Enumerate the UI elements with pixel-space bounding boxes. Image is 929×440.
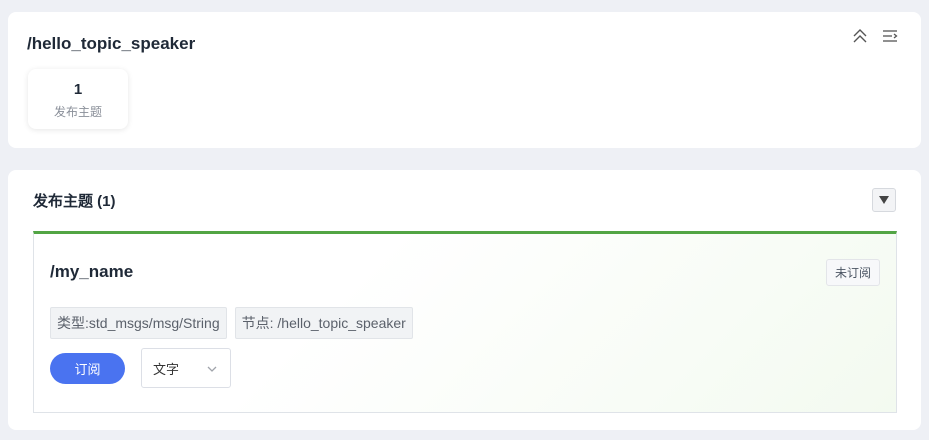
stat-label: 发布主题 [53,105,102,119]
topic-name: /my_name [50,262,134,281]
subscription-status-badge: 未订阅 [825,259,880,286]
node-tag: 节点: /hello_topic_speaker [234,307,413,339]
display-mode-select[interactable]: 文字 [141,348,231,388]
topic-tags: 类型:std_msgs/msg/String 节点: /hello_topic_… [50,307,413,339]
display-mode-value: 文字 [153,361,180,377]
chevron-down-icon [206,362,218,380]
subscribe-button[interactable]: 订阅 [50,353,125,384]
type-tag: 类型:std_msgs/msg/String [50,307,227,339]
stat-count: 1 [73,81,83,98]
node-summary-card: /hello_topic_speaker 1 发布主题 [8,12,921,148]
menu-lines-icon[interactable] [881,27,899,45]
card-toolbar [851,27,899,45]
node-title: /hello_topic_speaker [27,34,196,53]
chevrons-up-icon[interactable] [851,27,869,45]
triangle-down-icon [879,196,889,204]
topic-card: /my_name 未订阅 类型:std_msgs/msg/String 节点: … [33,231,897,413]
published-topics-stat: 1 发布主题 [28,69,128,129]
collapse-toggle-button[interactable] [872,188,896,212]
published-topics-panel: 发布主题 (1) /my_name 未订阅 类型:std_msgs/msg/St… [8,170,921,430]
section-title: 发布主题 (1) [33,193,116,210]
